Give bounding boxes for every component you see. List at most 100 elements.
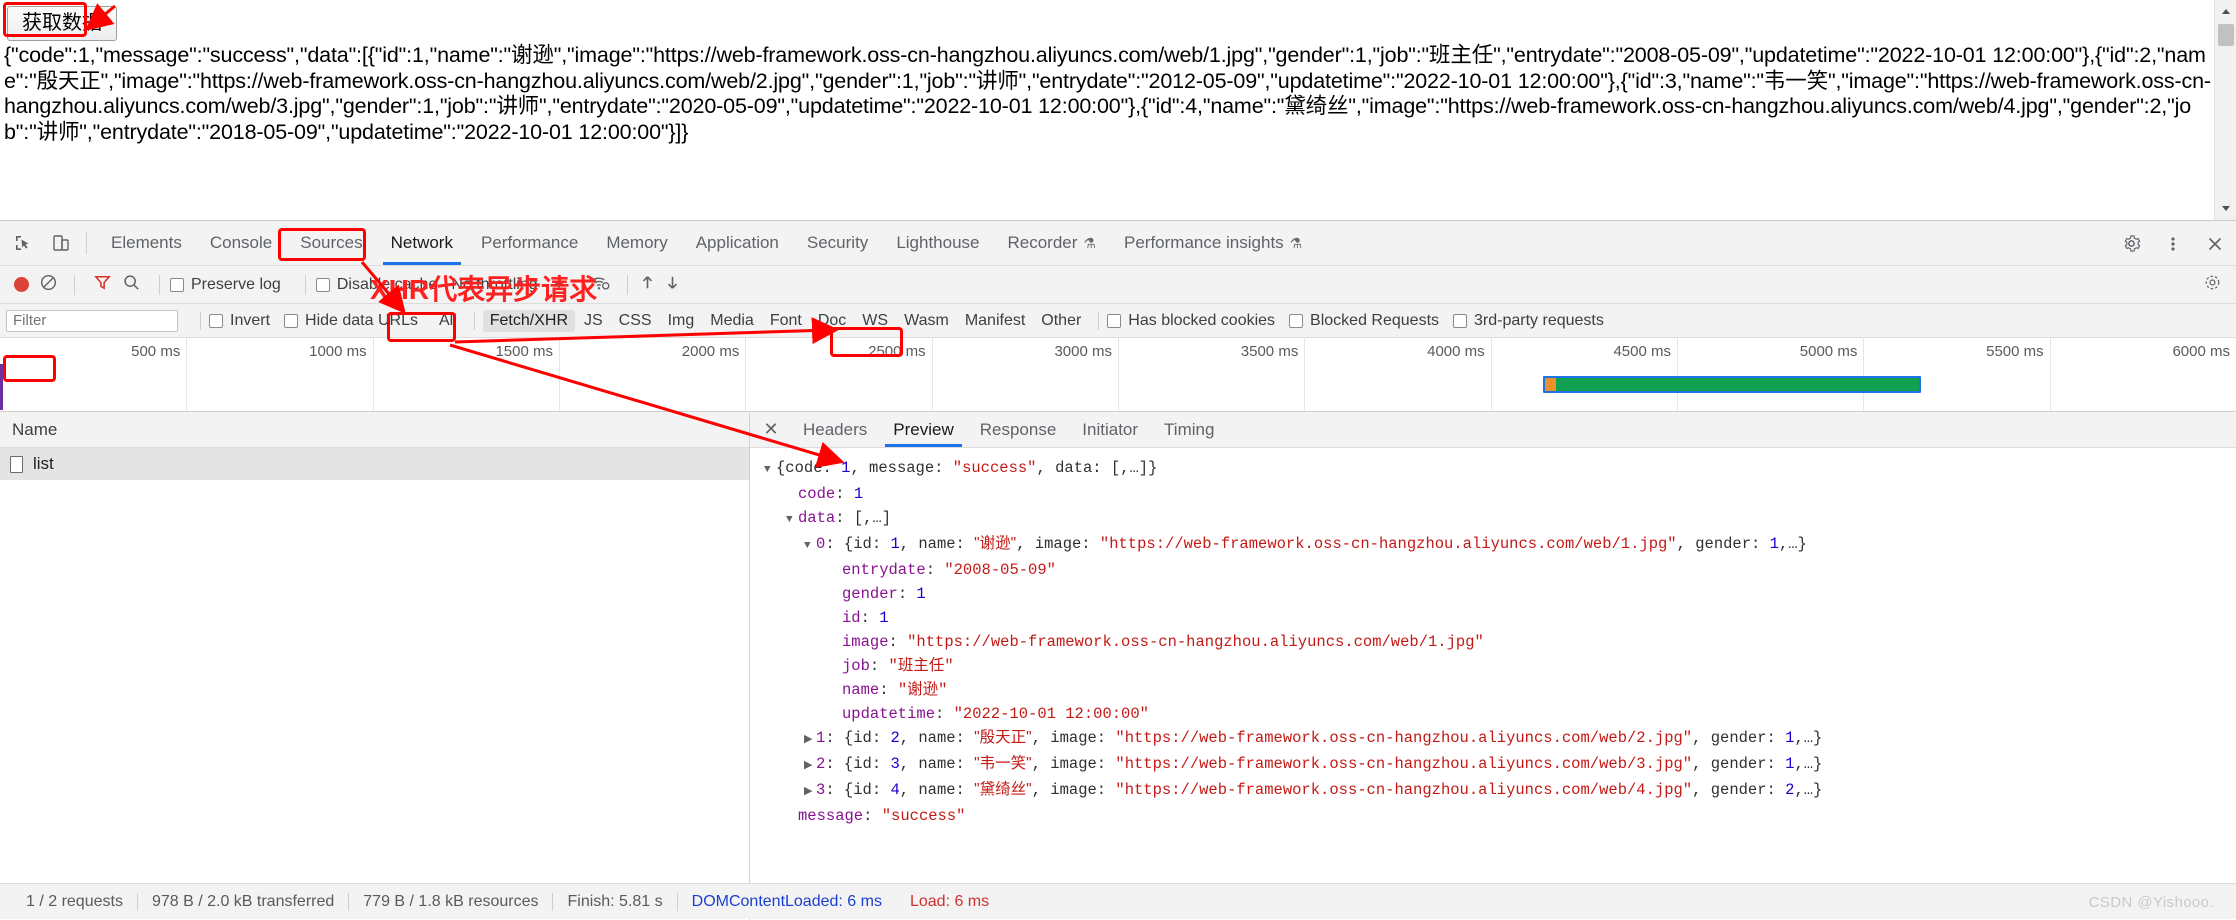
fetch-data-button[interactable]: 获取数据 — [7, 6, 117, 41]
checkbox-box[interactable] — [170, 277, 184, 292]
checkbox-box[interactable] — [284, 313, 299, 328]
scroll-down-icon[interactable] — [2215, 198, 2236, 220]
tab-performance-insights[interactable]: Performance insights ⚗ — [1110, 221, 1316, 265]
expand-triangle-closed-icon[interactable]: ▶ — [804, 754, 816, 778]
expand-triangle-open-icon[interactable]: ▼ — [764, 458, 776, 482]
detail-tab-preview[interactable]: Preview — [880, 412, 966, 447]
tab-lighthouse[interactable]: Lighthouse — [882, 221, 993, 265]
json-tree-row[interactable]: ▼ data: [,…] — [764, 506, 2236, 532]
tab-elements[interactable]: Elements — [97, 221, 196, 265]
type-filter-manifest[interactable]: Manifest — [958, 310, 1032, 332]
checkbox-box[interactable] — [315, 277, 330, 292]
chevron-down-icon[interactable] — [553, 281, 564, 288]
checkbox-box[interactable] — [1107, 313, 1122, 328]
device-toolbar-icon[interactable] — [46, 228, 76, 258]
type-filter-wasm[interactable]: Wasm — [897, 310, 956, 332]
expand-triangle-closed-icon[interactable]: ▶ — [804, 728, 816, 752]
json-tree-row[interactable]: ▼ 0: {id: 1, name: "谢逊", image: "https://… — [764, 532, 2236, 558]
tab-console[interactable]: Console — [196, 221, 286, 265]
type-filter-all[interactable]: All — [432, 310, 464, 332]
expand-triangle-closed-icon[interactable]: ▶ — [804, 780, 816, 804]
type-filter-fetch-xhr[interactable]: Fetch/XHR — [482, 309, 575, 332]
tab-network[interactable]: Network — [377, 221, 467, 265]
tab-sources[interactable]: Sources — [286, 221, 376, 265]
json-value: "2008-05-09" — [944, 561, 1056, 579]
export-har-icon[interactable] — [663, 273, 682, 297]
json-tree-row[interactable]: ▶ 3: {id: 4, name: "黛绮丝", image: "https:/… — [764, 778, 2236, 804]
overview-gridline — [1118, 338, 1119, 411]
json-tree-row[interactable]: job: "班主任" — [764, 654, 2236, 678]
checkbox-box[interactable] — [1289, 313, 1304, 328]
network-overview-timeline[interactable]: 500 ms 1000 ms 1500 ms 2000 ms 2500 ms 3000 m… — [0, 338, 2236, 412]
filter-input[interactable] — [6, 309, 178, 332]
status-transferred: 978 B / 2.0 kB transferred — [151, 892, 335, 910]
request-row-list[interactable]: list — [0, 448, 749, 480]
close-detail-icon[interactable]: ✕ — [760, 419, 782, 441]
checkbox-box[interactable] — [1453, 313, 1468, 328]
tab-security[interactable]: Security — [793, 221, 882, 265]
json-tree-row[interactable]: message: "success" — [764, 804, 2236, 828]
has-blocked-cookies-label: Has blocked cookies — [1128, 311, 1276, 329]
json-tree-row[interactable]: code: 1 — [764, 482, 2236, 506]
gear-icon[interactable] — [2116, 229, 2146, 259]
type-filter-ws[interactable]: WS — [855, 310, 895, 332]
overview-gridline — [931, 338, 933, 411]
flask-icon: ⚗ — [1289, 234, 1303, 251]
type-filter-js[interactable]: JS — [577, 310, 610, 332]
json-tree-row[interactable]: id: 1 — [764, 606, 2236, 630]
record-icon[interactable] — [14, 277, 29, 292]
has-blocked-cookies-checkbox[interactable]: Has blocked cookies — [1107, 312, 1275, 330]
kebab-menu-icon[interactable] — [2158, 229, 2188, 259]
json-tree-row[interactable]: gender: 1 — [764, 582, 2236, 606]
tab-recorder[interactable]: Recorder ⚗ — [994, 221, 1110, 265]
close-devtools-icon[interactable] — [2200, 229, 2230, 259]
type-filter-css[interactable]: CSS — [612, 310, 659, 332]
json-tree-row[interactable]: image: "https://web-framework.oss-cn-han… — [764, 630, 2236, 654]
json-tree-row[interactable]: ▼ {code: 1, message: "success", data: [,…… — [764, 456, 2236, 482]
type-filter-other[interactable]: Other — [1034, 310, 1088, 332]
json-tree-row[interactable]: updatetime: "2022-10-01 12:00:00" — [764, 702, 2236, 726]
tab-performance[interactable]: Performance — [467, 221, 592, 265]
expand-triangle-open-icon[interactable]: ▼ — [786, 508, 798, 532]
import-har-icon[interactable] — [638, 273, 657, 297]
network-settings-gear-icon[interactable] — [2203, 273, 2222, 297]
json-preview-tree[interactable]: ▼ {code: 1, message: "success", data: [,…… — [750, 448, 2236, 920]
expand-triangle-open-icon[interactable]: ▼ — [804, 534, 816, 558]
tab-memory[interactable]: Memory — [592, 221, 681, 265]
overview-gridline — [1304, 338, 1306, 411]
disable-cache-checkbox[interactable]: Disable cache — [315, 276, 437, 294]
json-value: "2022-10-01 12:00:00" — [953, 705, 1149, 723]
checkbox-box[interactable] — [209, 313, 223, 328]
type-filter-media[interactable]: Media — [703, 310, 761, 332]
hide-data-urls-checkbox[interactable]: Hide data URLs — [284, 312, 418, 330]
blocked-requests-checkbox[interactable]: Blocked Requests — [1289, 312, 1439, 330]
inspect-element-icon[interactable] — [8, 228, 38, 258]
detail-tab-headers[interactable]: Headers — [790, 412, 880, 447]
status-requests: 1 / 2 requests — [26, 892, 123, 910]
invert-checkbox[interactable]: Invert — [209, 312, 270, 330]
throttling-select[interactable]: No throttling — [451, 276, 575, 294]
scrollbar-thumb[interactable] — [2218, 24, 2234, 46]
overview-tick-label: 1000 ms — [309, 343, 367, 360]
tab-application[interactable]: Application — [682, 221, 793, 265]
page-scrollbar[interactable] — [2214, 0, 2236, 220]
detail-tab-timing[interactable]: Timing — [1151, 412, 1227, 447]
json-tree-row[interactable]: ▶ 1: {id: 2, name: "殷天正", image: "https:/… — [764, 726, 2236, 752]
type-filter-doc[interactable]: Doc — [811, 310, 853, 332]
type-filter-img[interactable]: Img — [661, 310, 702, 332]
type-filter-font[interactable]: Font — [763, 310, 809, 332]
detail-tab-response[interactable]: Response — [967, 412, 1070, 447]
network-conditions-icon[interactable] — [590, 273, 611, 297]
scroll-up-icon[interactable] — [2215, 0, 2236, 22]
preserve-log-checkbox[interactable]: Preserve log — [170, 276, 281, 294]
search-icon[interactable] — [122, 273, 141, 297]
json-tree-row[interactable]: entrydate: "2008-05-09" — [764, 558, 2236, 582]
third-party-requests-checkbox[interactable]: 3rd-party requests — [1453, 312, 1604, 330]
clear-icon[interactable] — [39, 273, 58, 297]
preserve-log-label: Preserve log — [191, 275, 281, 293]
json-tree-row[interactable]: ▶ 2: {id: 3, name: "韦一笑", image: "https:/… — [764, 752, 2236, 778]
json-tree-row[interactable]: name: "谢逊" — [764, 678, 2236, 702]
detail-tab-initiator[interactable]: Initiator — [1069, 412, 1151, 447]
request-column-header[interactable]: Name — [0, 412, 749, 448]
filter-icon[interactable] — [93, 273, 112, 297]
